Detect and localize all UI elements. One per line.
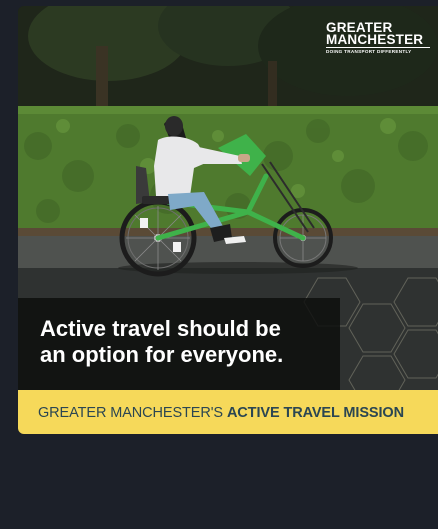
logo-line-2: MANCHESTER: [326, 32, 424, 47]
headline: Active travel should be an option for ev…: [40, 316, 336, 368]
greater-manchester-logo: GREATER MANCHESTER DOING TRANSPORT DIFFE…: [326, 21, 430, 54]
page: GREATER MANCHESTER DOING TRANSPORT DIFFE…: [0, 0, 438, 529]
mission-banner: GREATER MANCHESTER'S ACTIVE TRAVEL MISSI…: [18, 390, 438, 434]
headline-panel: Active travel should be an option for ev…: [18, 298, 340, 390]
logo-tagline: DOING TRANSPORT DIFFERENTLY: [326, 47, 430, 54]
mission-banner-text: GREATER MANCHESTER'S ACTIVE TRAVEL MISSI…: [38, 405, 404, 421]
headline-line-1: Active travel should be: [40, 316, 281, 341]
promo-card[interactable]: GREATER MANCHESTER DOING TRANSPORT DIFFE…: [18, 6, 438, 434]
mission-banner-prefix: GREATER MANCHESTER'S: [38, 405, 223, 421]
mission-banner-emphasis: ACTIVE TRAVEL MISSION: [226, 405, 404, 421]
headline-line-2: an option for everyone.: [40, 342, 284, 367]
